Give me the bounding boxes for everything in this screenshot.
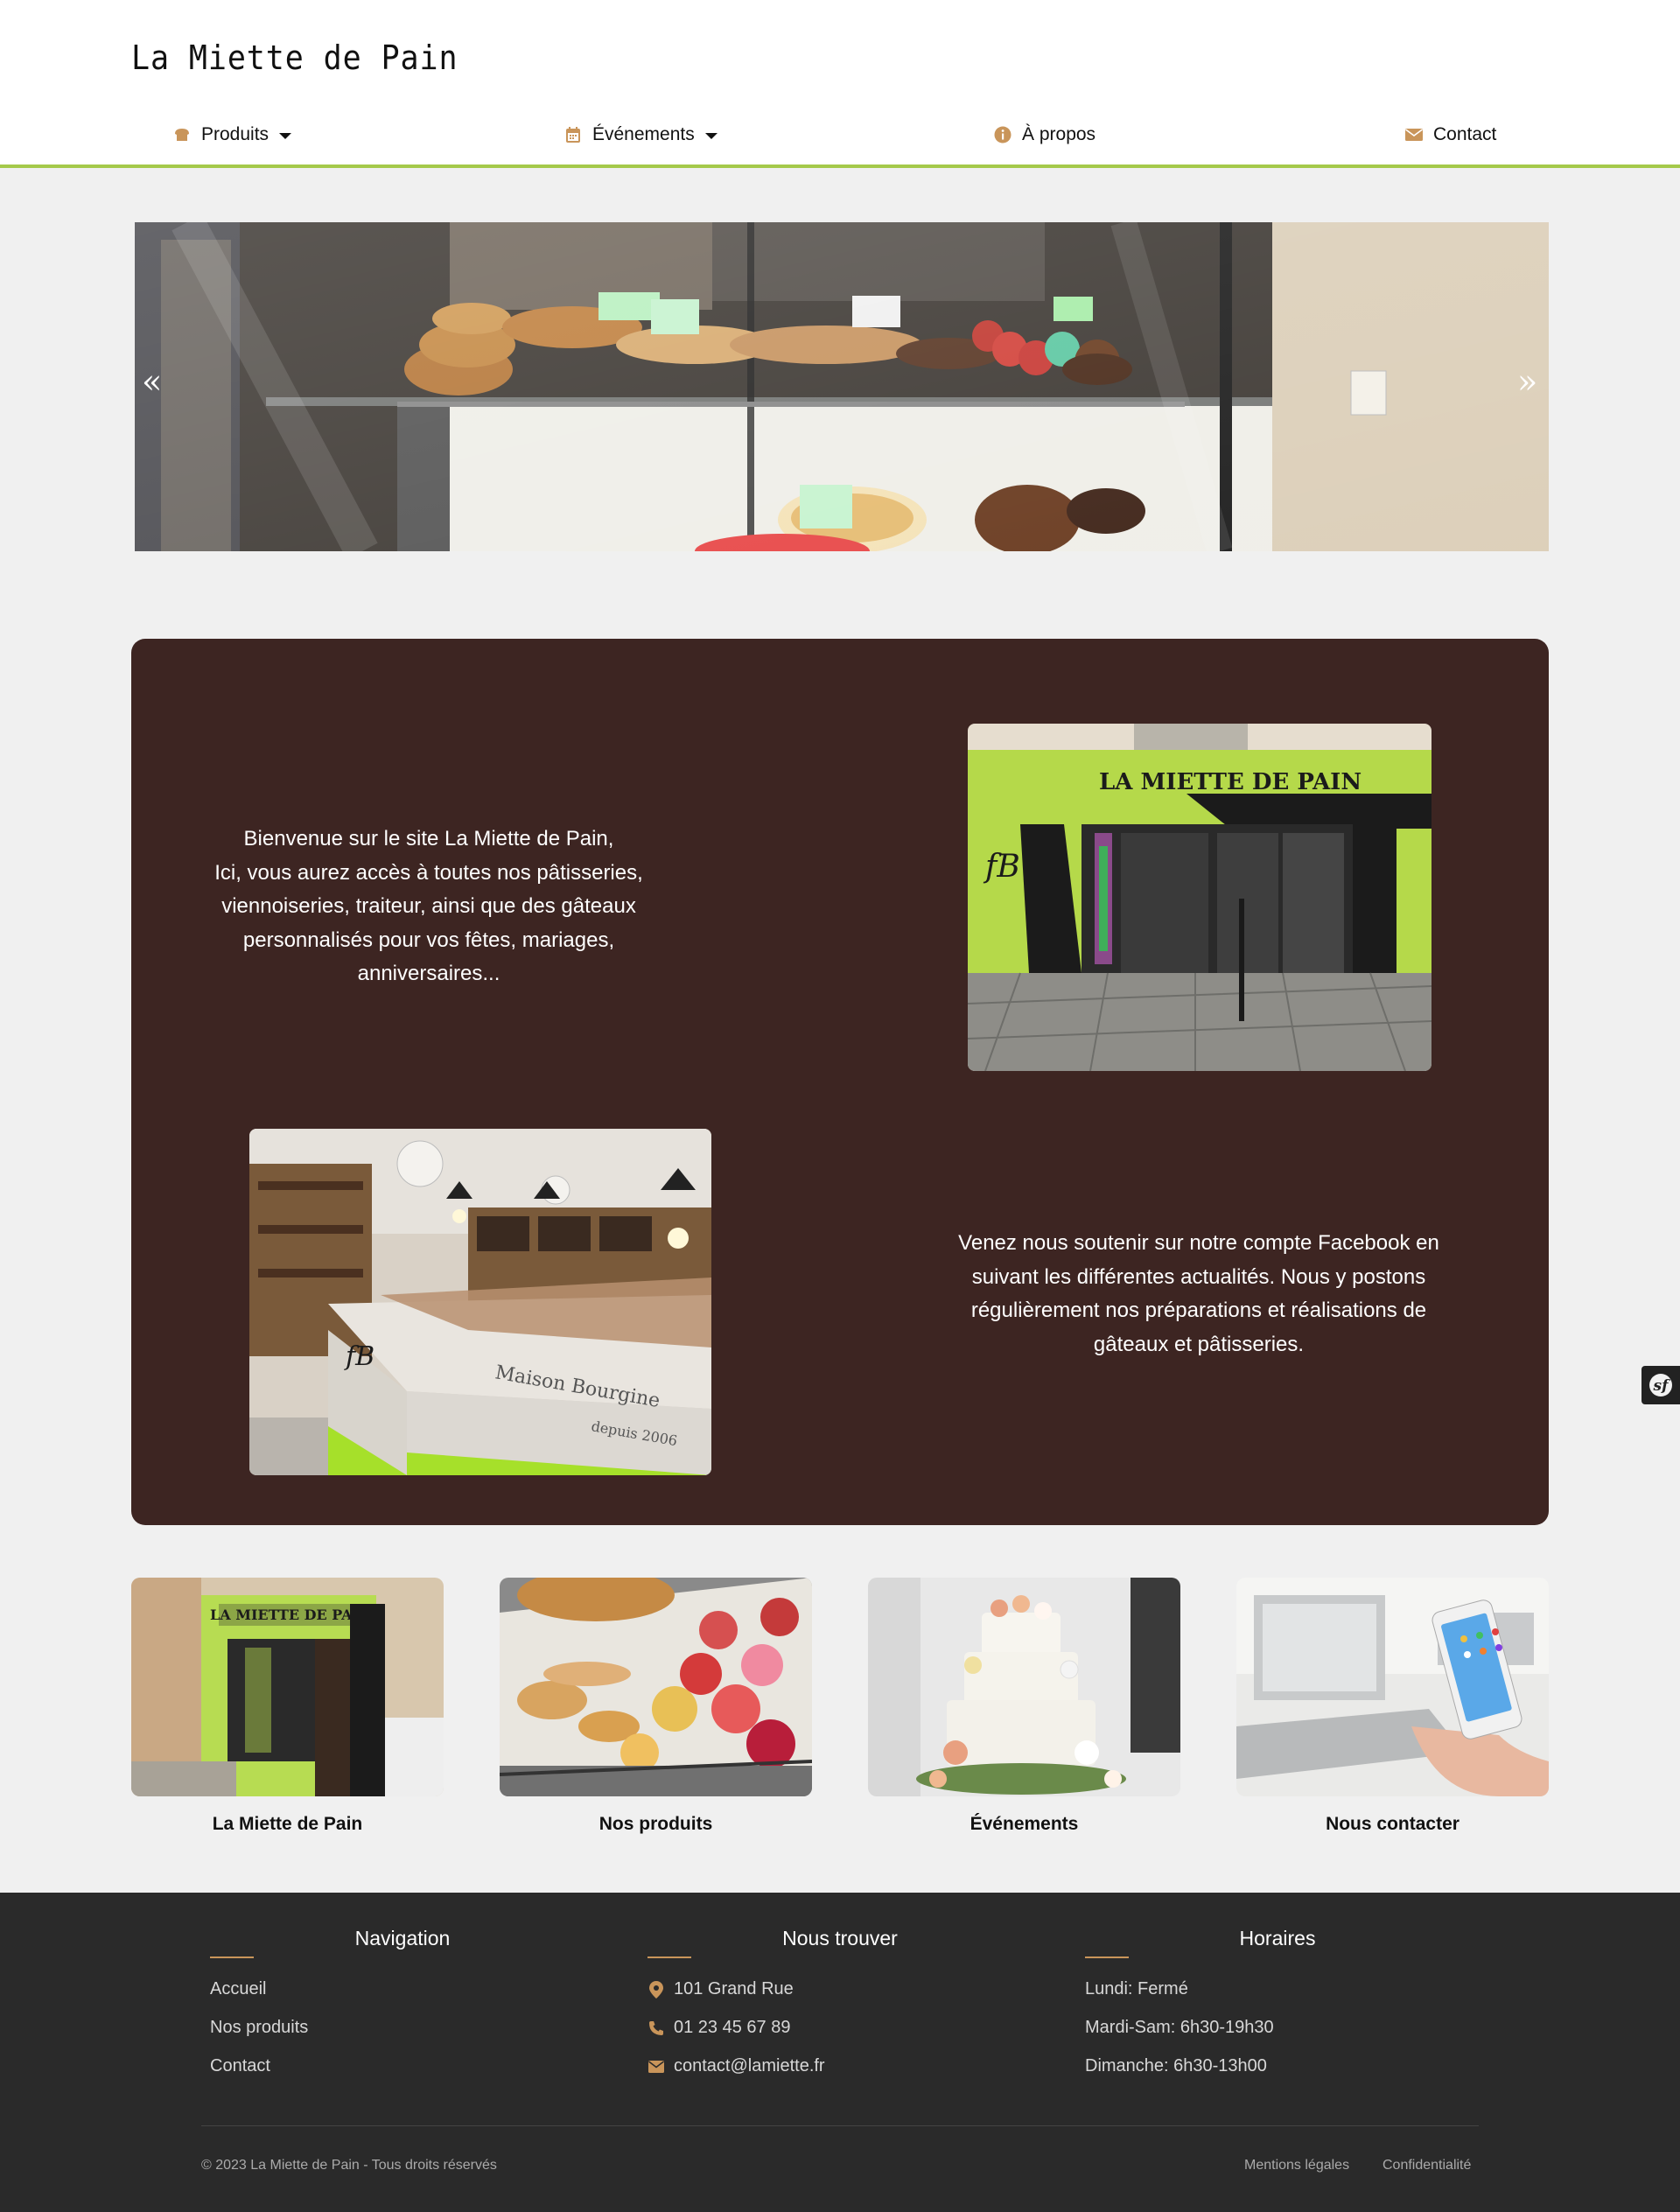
footer-divider <box>210 1956 254 1958</box>
site-logo[interactable]: La Miette de Pain <box>131 38 458 77</box>
interior-photo: fB Maison Bourgine depuis 2006 <box>249 1129 711 1475</box>
envelope-icon <box>648 2058 665 2076</box>
nav-apropos[interactable]: À propos <box>994 124 1096 145</box>
footer-horaires-title: Horaires <box>1239 1927 1316 1950</box>
info-icon <box>994 126 1012 144</box>
intro-panel: Bienvenue sur le site La Miette de Pain,… <box>131 639 1549 1525</box>
map-pin-icon <box>648 1980 665 1998</box>
shopfront-photo: LA MIETTE DE PAIN fB <box>968 724 1432 1071</box>
card-title-evenements[interactable]: Événements <box>868 1814 1180 1835</box>
footer-email[interactable]: contact@lamiette.fr <box>648 2056 825 2076</box>
phone-icon <box>648 2020 665 2037</box>
footer-mentions-link[interactable]: Mentions légales <box>1244 2158 1349 2174</box>
svg-text:fB: fB <box>983 849 1020 885</box>
footer-hours-line: Mardi-Sam: 6h30-19h30 <box>1085 2018 1274 2037</box>
footer-confidentialite-link[interactable]: Confidentialité <box>1382 2158 1471 2174</box>
nav-contact[interactable]: Contact <box>1405 124 1496 145</box>
footer-hours-line: Dimanche: 6h30-13h00 <box>1085 2056 1267 2076</box>
footer-phone-text: 01 23 45 67 89 <box>674 2018 791 2037</box>
symfony-logo-icon: sf <box>1649 1374 1672 1396</box>
welcome-text: Bienvenue sur le site La Miette de Pain,… <box>210 822 648 991</box>
facebook-text: Venez nous soutenir sur notre compte Fac… <box>945 1227 1452 1362</box>
svg-text:LA MIETTE DE PAIN: LA MIETTE DE PAIN <box>210 1606 372 1623</box>
welcome-line: Bienvenue sur le site La Miette de Pain, <box>243 827 614 850</box>
nav-produits[interactable]: Produits <box>173 124 292 145</box>
nav-evenements-label: Événements <box>592 124 695 144</box>
footer-link-contact[interactable]: Contact <box>210 2056 270 2076</box>
footer-link-produits[interactable]: Nos produits <box>210 2018 308 2038</box>
card-image-contact[interactable] <box>1236 1578 1549 1796</box>
card-title-contact[interactable]: Nous contacter <box>1236 1814 1549 1835</box>
svg-text:sf: sf <box>1653 1377 1671 1395</box>
facebook-line: suivant les différentes actualités. Nous… <box>971 1264 1426 1289</box>
footer-link-accueil[interactable]: Accueil <box>210 1979 266 1999</box>
footer-navigation-title: Navigation <box>354 1927 451 1950</box>
card-image-miette[interactable]: LA MIETTE DE PAIN <box>131 1578 444 1796</box>
card-title-miette[interactable]: La Miette de Pain <box>131 1814 444 1835</box>
svg-text:fB: fB <box>344 1341 374 1372</box>
carousel-next-button[interactable]: » <box>1517 362 1537 401</box>
envelope-icon <box>1405 126 1423 144</box>
nav-contact-label: Contact <box>1433 124 1497 144</box>
welcome-line: Ici, vous aurez accès à toutes nos pâtis… <box>214 860 643 885</box>
facebook-line: gâteaux et pâtisseries. <box>1093 1332 1305 1356</box>
footer-divider <box>648 1956 691 1958</box>
footer-divider <box>1085 1956 1129 1958</box>
footer-trouver-title: Nous trouver <box>782 1927 898 1950</box>
debug-toolbar-toggle[interactable]: sf <box>1642 1366 1680 1404</box>
chevron-down-icon <box>279 132 292 139</box>
welcome-line: personnalisés pour vos fêtes, mariages, … <box>242 928 615 986</box>
pastry-display-image <box>135 222 1549 551</box>
facebook-line: régulièrement nos préparations et réalis… <box>970 1298 1427 1322</box>
welcome-line: viennoiseries, traiteur, ainsi que des g… <box>221 894 636 918</box>
chevron-down-icon <box>704 132 718 139</box>
hero-carousel: « » <box>135 222 1549 551</box>
card-image-evenements[interactable] <box>868 1578 1180 1796</box>
footer-copyright: © 2023 La Miette de Pain - Tous droits r… <box>201 2158 497 2173</box>
nav-evenements[interactable]: Événements <box>564 124 718 145</box>
card-image-produits[interactable] <box>500 1578 812 1796</box>
footer-address: 101 Grand Rue <box>648 1979 794 1999</box>
footer-separator <box>201 2125 1479 2126</box>
nav-produits-label: Produits <box>201 124 270 144</box>
footer-hours-line: Lundi: Fermé <box>1085 1979 1188 1998</box>
footer-phone[interactable]: 01 23 45 67 89 <box>648 2018 790 2038</box>
nav-apropos-label: À propos <box>1022 124 1096 144</box>
shop-sign-text: LA MIETTE DE PAIN <box>1099 769 1362 795</box>
site-header: La Miette de Pain Produits Événements À … <box>0 0 1680 168</box>
facebook-line: Venez nous soutenir sur notre compte Fac… <box>958 1231 1439 1255</box>
footer-address-text: 101 Grand Rue <box>674 1979 794 1998</box>
carousel-prev-button[interactable]: « <box>142 362 162 401</box>
footer-email-text: contact@lamiette.fr <box>674 2056 825 2076</box>
card-title-produits[interactable]: Nos produits <box>500 1814 812 1835</box>
calendar-icon <box>564 126 582 144</box>
bread-icon <box>173 126 191 144</box>
